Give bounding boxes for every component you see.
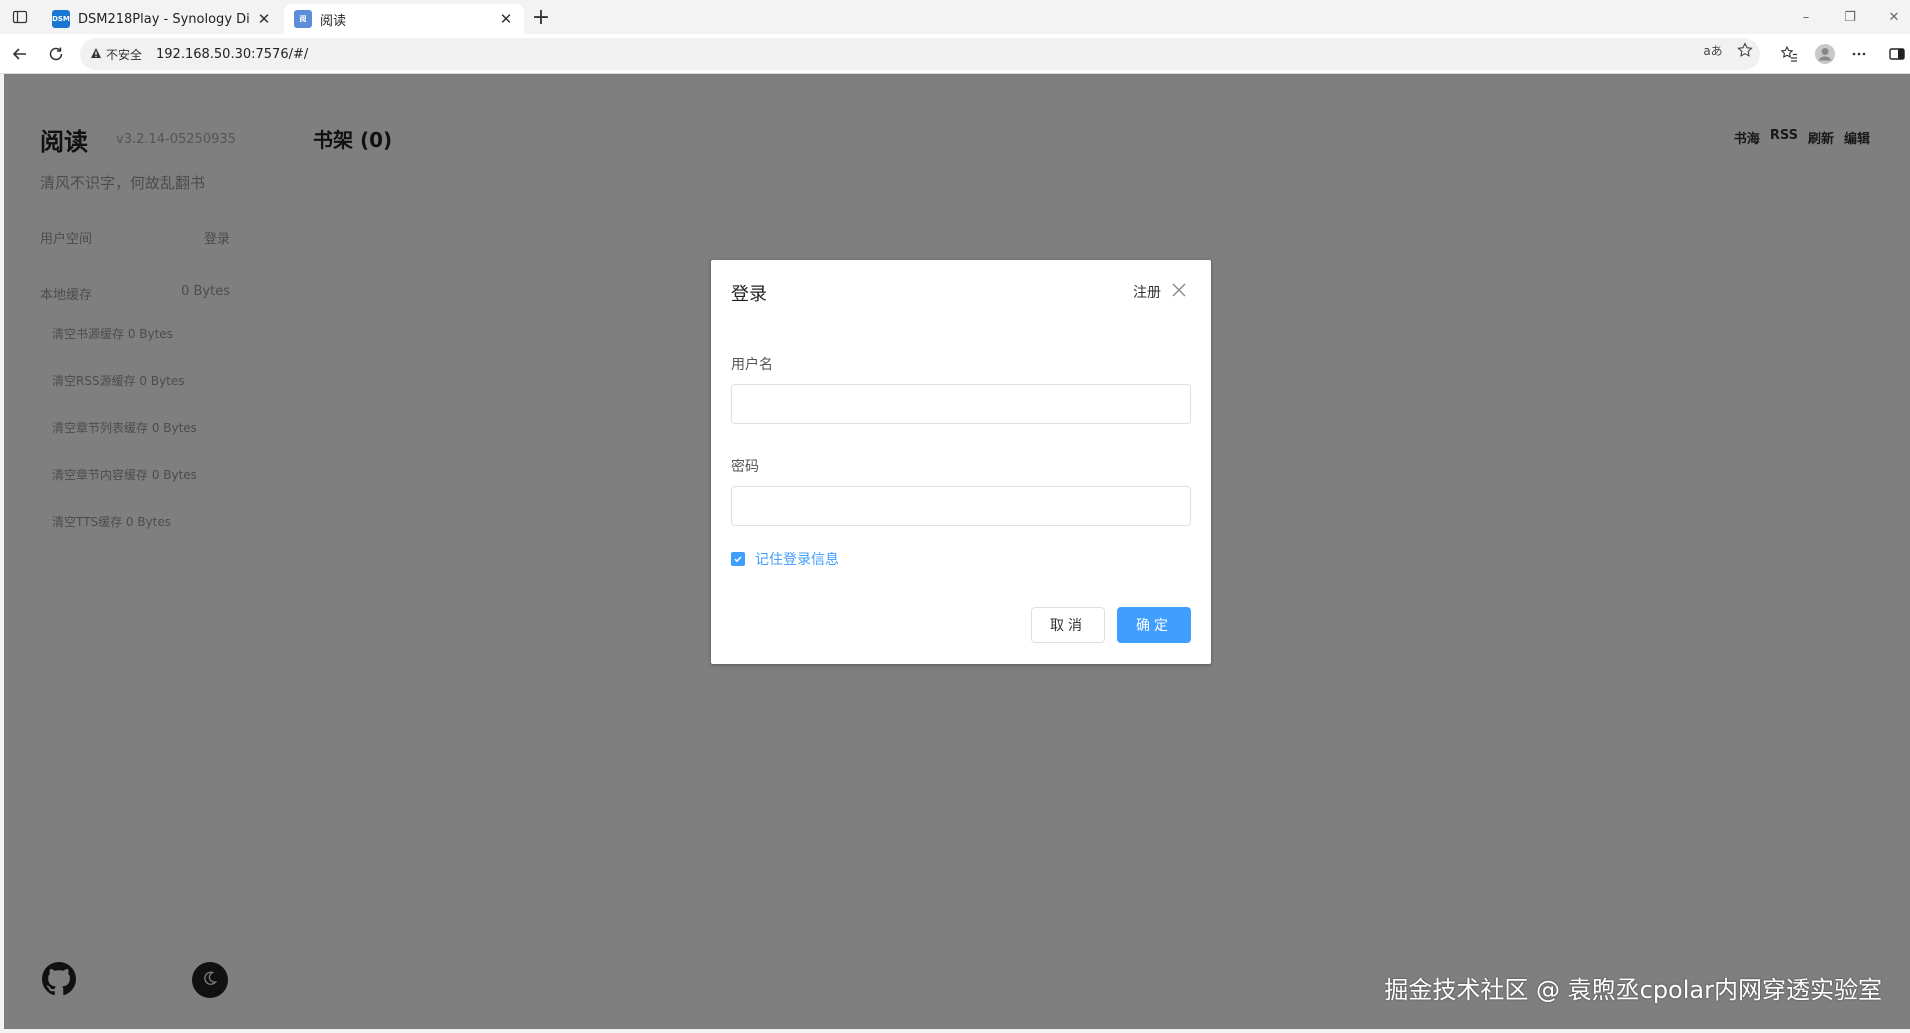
cancel-button[interactable]: 取消 [1031, 607, 1105, 643]
security-label: 不安全 [106, 47, 143, 62]
tab-dsm[interactable]: DSM DSM218Play - Synology DiskStati ✕ [42, 4, 282, 34]
username-input[interactable] [731, 384, 1191, 424]
back-icon[interactable] [8, 42, 32, 66]
read-aloud-icon[interactable]: aあ [1700, 39, 1726, 61]
warning-icon [90, 47, 102, 62]
remember-login-checkbox[interactable]: 记住登录信息 [731, 549, 839, 569]
sidebar-toggle-icon[interactable] [1884, 42, 1910, 66]
omnibox[interactable]: 不安全 192.168.50.30:7576/#/ [80, 38, 1760, 70]
password-input[interactable] [731, 486, 1191, 526]
window-close-button[interactable]: ✕ [1880, 6, 1908, 28]
watermark-text: 掘金技术社区 @ 袁煦丞cpolar内网穿透实验室 [1384, 976, 1882, 1004]
restore-button[interactable]: ❐ [1836, 6, 1864, 28]
register-link[interactable]: 注册 [1133, 282, 1161, 302]
close-icon[interactable] [1169, 280, 1189, 300]
favorites-icon[interactable] [1776, 42, 1802, 66]
browser-tab-bar: DSM DSM218Play - Synology DiskStati ✕ 阅 … [0, 0, 1910, 34]
confirm-button[interactable]: 确定 [1117, 607, 1191, 643]
security-indicator[interactable]: 不安全 [90, 46, 142, 63]
tab-close-icon[interactable]: ✕ [498, 10, 514, 28]
url-text[interactable]: 192.168.50.30:7576/#/ [156, 47, 308, 62]
login-dialog: 登录 注册 用户名 密码 记住登录信息 取消 确定 [711, 260, 1211, 664]
profile-avatar-icon[interactable] [1812, 42, 1838, 66]
minimize-button[interactable]: – [1792, 6, 1820, 28]
tab-close-icon[interactable]: ✕ [256, 10, 272, 28]
favorite-star-icon[interactable] [1732, 39, 1758, 61]
tab-title: DSM218Play - Synology DiskStati [78, 11, 250, 27]
more-options-icon[interactable] [1846, 42, 1872, 66]
dialog-title: 登录 [731, 284, 767, 305]
dsm-favicon-icon: DSM [52, 10, 70, 28]
page-viewport: 阅读 v3.2.14-05250935 清风不识字，何故乱翻书 用户空间 登录 … [4, 74, 1910, 1029]
tab-title: 阅读 [320, 13, 347, 29]
tab-actions-icon[interactable] [10, 7, 30, 27]
remember-login-label[interactable]: 记住登录信息 [755, 549, 839, 569]
address-bar-row: 不安全 192.168.50.30:7576/#/ aあ [0, 34, 1910, 74]
reload-icon[interactable] [44, 42, 68, 66]
checkmark-icon[interactable] [731, 552, 745, 566]
window-bottom-edge [0, 1029, 1910, 1033]
password-label: 密码 [731, 459, 759, 475]
tab-reader[interactable]: 阅 阅读 ✕ [284, 4, 524, 34]
username-label: 用户名 [731, 357, 773, 373]
new-tab-button[interactable]: + [530, 4, 552, 30]
reader-favicon-icon: 阅 [294, 10, 312, 28]
